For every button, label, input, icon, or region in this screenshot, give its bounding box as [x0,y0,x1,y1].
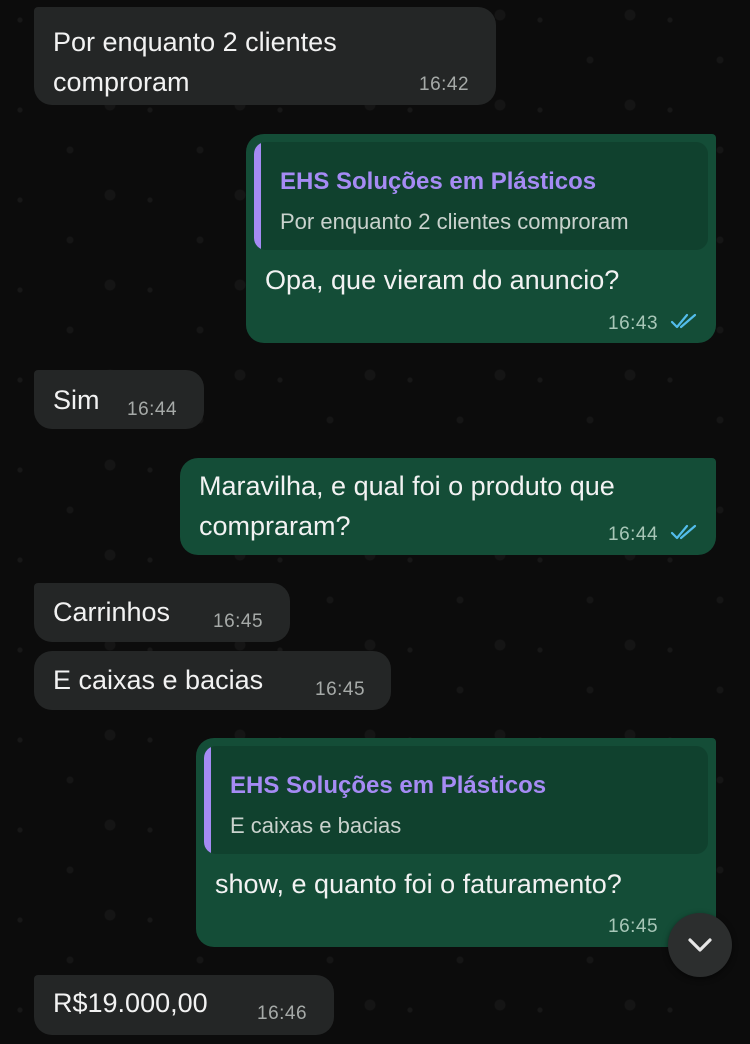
chevron-down-icon [688,938,712,952]
message-text: Carrinhos [53,597,171,627]
incoming-message[interactable]: Por enquanto 2 clientes comproram 16:42 [34,7,496,105]
message-text: Sim [53,385,100,415]
message-text: Maravilha, e qual foi o produto que comp… [199,471,615,541]
quoted-message[interactable]: EHS Soluções em Plásticos E caixas e bac… [204,746,708,854]
outgoing-message[interactable]: EHS Soluções em Plásticos E caixas e bac… [196,738,716,947]
read-receipt-icon [670,524,697,540]
outgoing-message[interactable]: Maravilha, e qual foi o produto que comp… [180,458,716,555]
quote-author: EHS Soluções em Plásticos [280,168,597,195]
message-time: 16:42 [419,74,470,95]
quote-text: Por enquanto 2 clientes comproram [280,209,629,234]
message-time: 16:45 [608,916,659,937]
incoming-message[interactable]: R$19.000,00 16:46 [34,975,334,1035]
message-time: 16:45 [315,679,366,700]
message-text: Opa, que vieram do anuncio? [265,265,620,295]
message-time: 16:45 [213,611,264,632]
quote-author: EHS Soluções em Plásticos [230,772,547,799]
read-receipt-icon [670,313,697,329]
message-time: 16:44 [608,524,659,545]
message-time: 16:44 [127,399,178,420]
incoming-message[interactable]: E caixas e bacias 16:45 [34,651,391,710]
message-text: R$19.000,00 [53,988,208,1018]
scroll-to-bottom-button[interactable] [668,913,732,977]
outgoing-message[interactable]: EHS Soluções em Plásticos Por enquanto 2… [246,134,716,343]
quote-accent-bar [254,142,261,250]
message-text: show, e quanto foi o faturamento? [215,869,622,899]
incoming-message[interactable]: Carrinhos 16:45 [34,583,290,642]
message-text: Por enquanto 2 clientes comproram [53,27,337,97]
message-time: 16:43 [608,313,659,334]
incoming-message[interactable]: Sim 16:44 [34,370,204,429]
quoted-message[interactable]: EHS Soluções em Plásticos Por enquanto 2… [254,142,708,250]
message-text: E caixas e bacias [53,665,264,695]
quote-text: E caixas e bacias [230,813,402,838]
quote-accent-bar [204,746,211,854]
message-time: 16:46 [257,1003,308,1024]
